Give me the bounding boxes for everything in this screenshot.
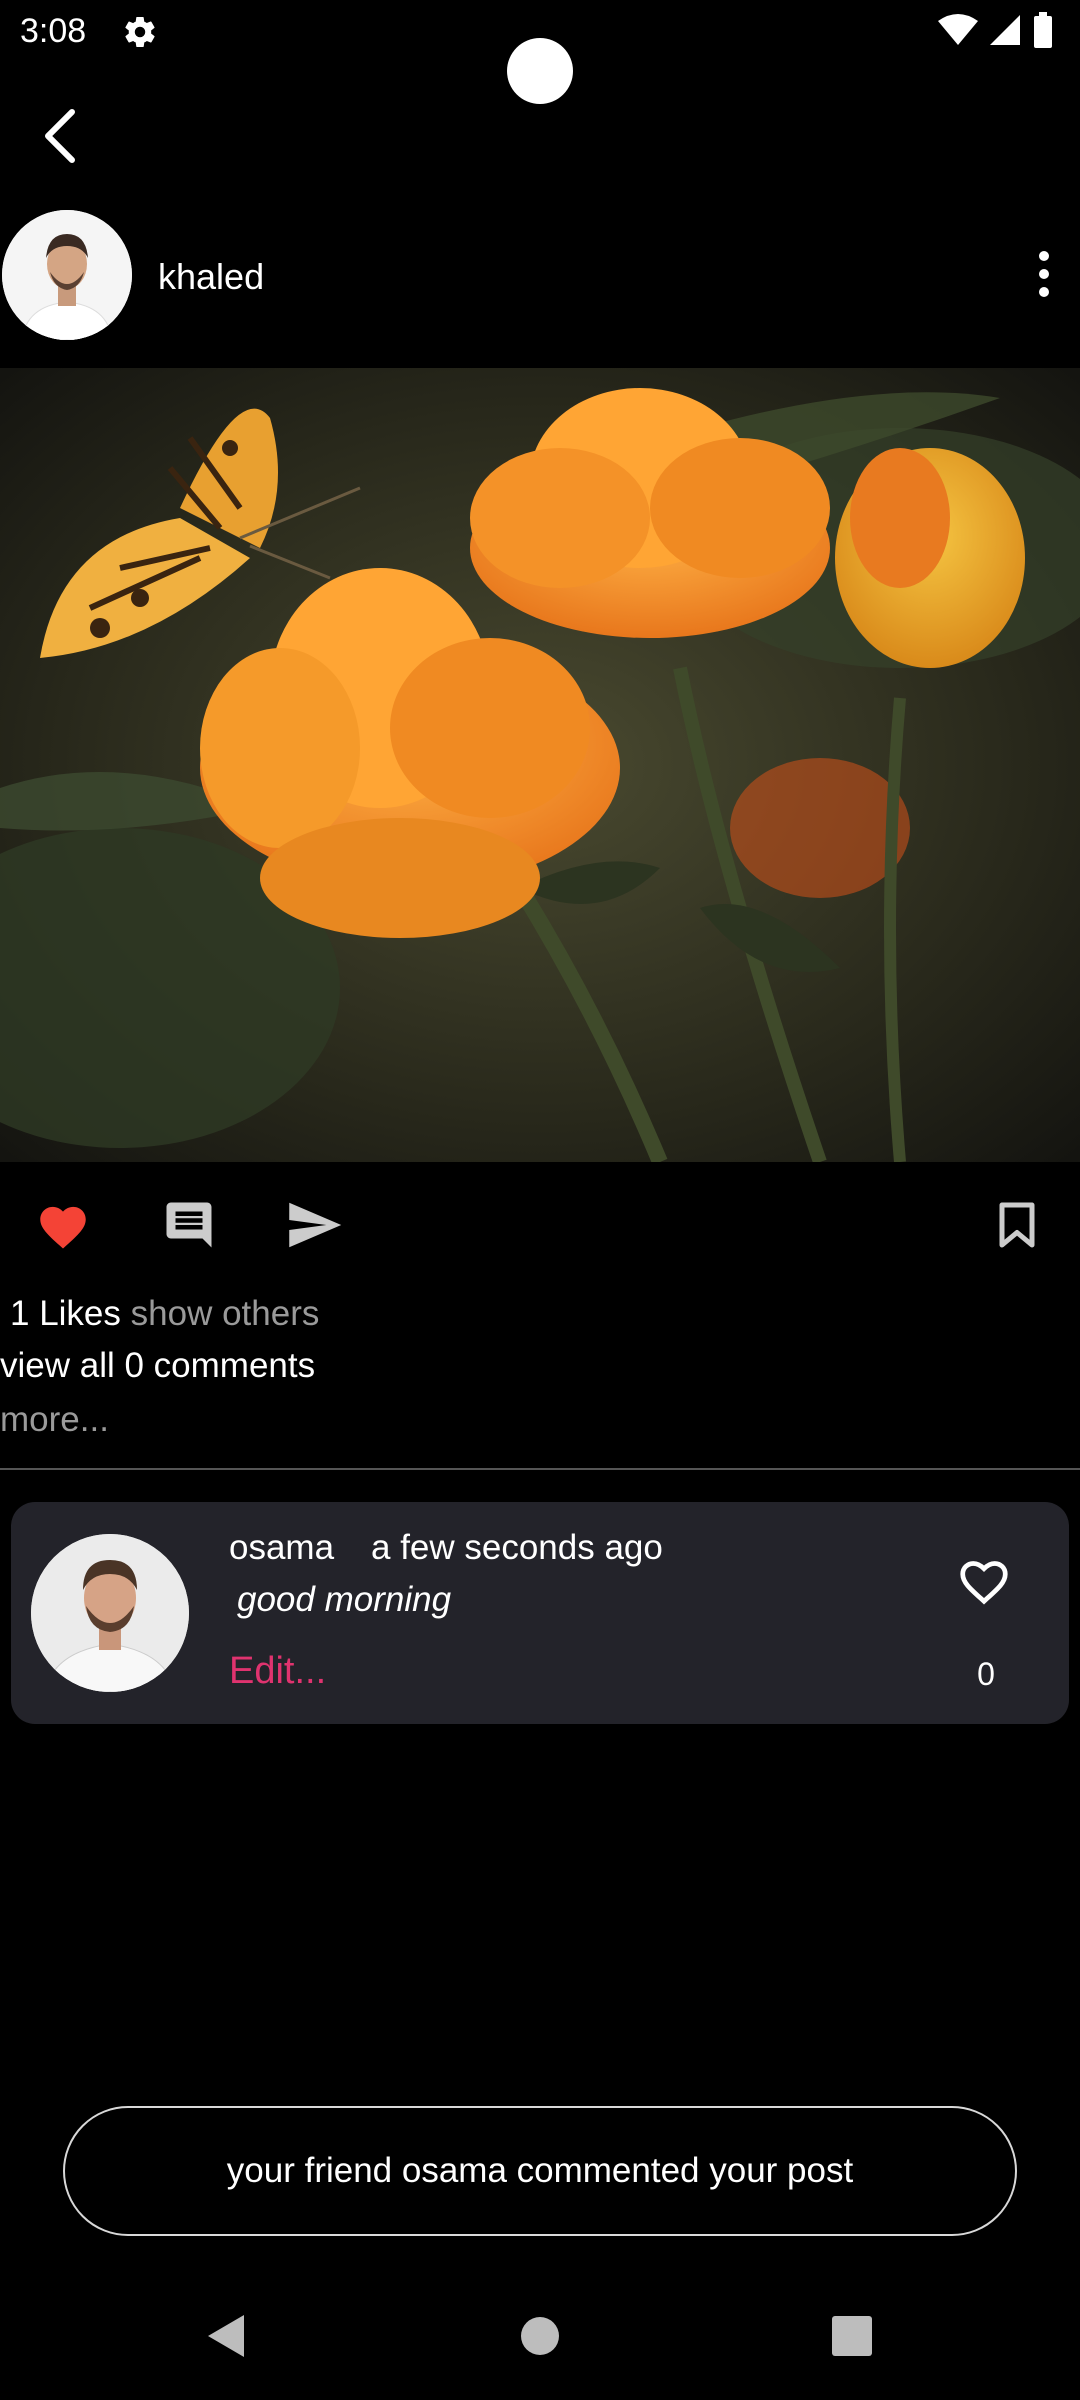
bookmark-button[interactable] bbox=[990, 1192, 1044, 1258]
commenter-avatar[interactable] bbox=[31, 1534, 189, 1692]
more-vert-icon bbox=[1039, 251, 1049, 297]
bookmark-icon bbox=[999, 1202, 1035, 1248]
post-image[interactable] bbox=[0, 368, 1080, 1162]
comment-author[interactable]: osama bbox=[229, 1528, 334, 1568]
author-name[interactable]: khaled bbox=[158, 256, 264, 298]
share-button[interactable] bbox=[282, 1192, 346, 1258]
comment-icon bbox=[166, 1202, 212, 1248]
comment-item: osama a few seconds ago good morning Edi… bbox=[11, 1502, 1069, 1724]
nav-back-button[interactable] bbox=[186, 2296, 266, 2376]
wifi-icon bbox=[938, 13, 978, 52]
comment-like-button[interactable] bbox=[955, 1554, 1017, 1610]
circle-home-icon bbox=[521, 2317, 559, 2355]
system-nav-bar bbox=[0, 2296, 1080, 2376]
notification-toast: your friend osama commented your post bbox=[63, 2106, 1017, 2236]
toast-message: your friend osama commented your post bbox=[226, 2151, 854, 2190]
heart-outline-icon bbox=[960, 1561, 1008, 1605]
settings-icon bbox=[122, 14, 158, 50]
post-header: khaled bbox=[0, 208, 1080, 342]
camera-cutout bbox=[507, 38, 573, 104]
view-comments-link[interactable]: view all 0 comments bbox=[0, 1346, 315, 1386]
like-button[interactable] bbox=[32, 1192, 94, 1258]
chevron-left-icon bbox=[45, 109, 75, 163]
edit-comment-button[interactable]: Edit... bbox=[229, 1650, 326, 1693]
likes-summary: 1 Likes show others bbox=[10, 1294, 319, 1334]
triangle-back-icon bbox=[208, 2315, 244, 2357]
author-avatar[interactable] bbox=[2, 210, 132, 340]
comment-like-count: 0 bbox=[977, 1656, 995, 1692]
heart-filled-icon bbox=[40, 1206, 86, 1249]
back-button[interactable] bbox=[30, 104, 90, 168]
comment-button[interactable] bbox=[158, 1192, 220, 1258]
more-link[interactable]: more... bbox=[0, 1400, 109, 1440]
battery-icon bbox=[1032, 11, 1054, 53]
send-icon bbox=[289, 1202, 342, 1248]
status-time: 3:08 bbox=[20, 12, 87, 50]
show-others-link[interactable]: show others bbox=[131, 1294, 320, 1333]
signal-icon bbox=[988, 13, 1022, 52]
comment-timestamp: a few seconds ago bbox=[371, 1528, 663, 1567]
nav-recents-button[interactable] bbox=[812, 2296, 892, 2376]
divider bbox=[0, 1468, 1080, 1470]
nav-home-button[interactable] bbox=[500, 2296, 580, 2376]
more-options-button[interactable] bbox=[1026, 242, 1062, 306]
square-recents-icon bbox=[832, 2316, 872, 2356]
comment-text: good morning bbox=[237, 1580, 452, 1619]
likes-count: 1 Likes bbox=[10, 1294, 121, 1333]
post-actions bbox=[0, 1192, 1080, 1258]
